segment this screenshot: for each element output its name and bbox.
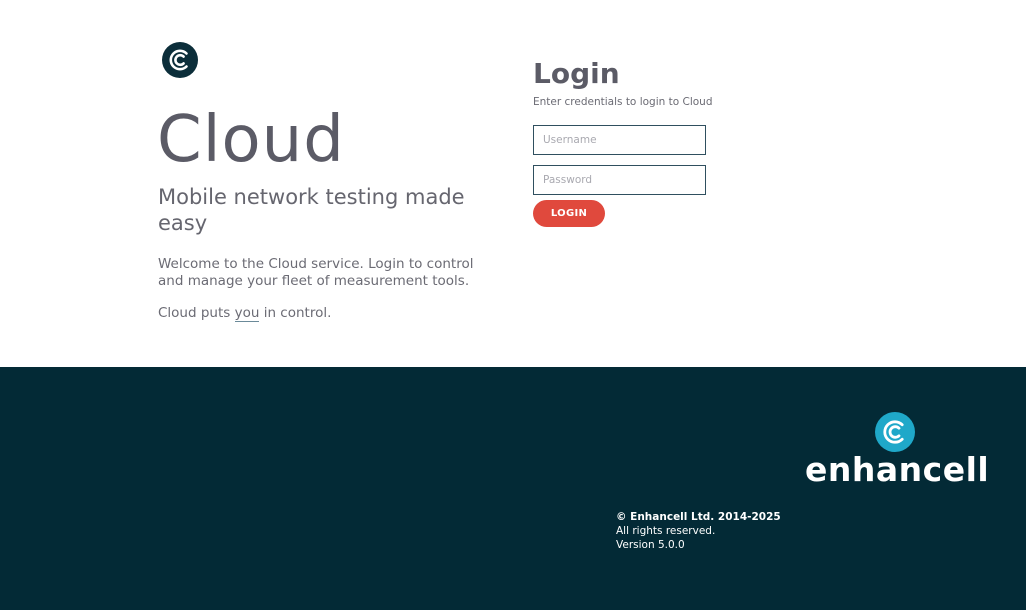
welcome-text: Welcome to the Cloud service. Login to c… xyxy=(158,256,474,289)
copyright-text: © Enhancell Ltd. 2014-2025 xyxy=(616,511,781,523)
control-statement-suffix: in control. xyxy=(259,305,332,321)
login-page: Cloud Mobile network testing made easy W… xyxy=(0,0,1026,367)
login-button[interactable]: LOGIN xyxy=(533,200,605,227)
version-text: Version 5.0.0 xyxy=(616,539,685,551)
control-statement-prefix: Cloud puts xyxy=(158,305,235,321)
tagline: Mobile network testing made easy xyxy=(158,185,465,235)
login-heading: Login xyxy=(533,57,620,90)
username-input[interactable] xyxy=(533,125,706,155)
copyright-block: © Enhancell Ltd. 2014-2025 All rights re… xyxy=(616,510,781,552)
enhancell-logo-icon xyxy=(875,412,915,452)
rights-text: All rights reserved. xyxy=(616,525,716,537)
page-title: Cloud xyxy=(157,103,345,177)
login-subtitle: Enter credentials to login to Cloud xyxy=(533,96,713,108)
control-statement-emphasis: you xyxy=(234,305,260,322)
enhancell-logo-icon xyxy=(162,42,198,78)
brand-wordmark: enhancell xyxy=(805,450,990,489)
password-input[interactable] xyxy=(533,165,706,195)
control-statement: Cloud puts you in control. xyxy=(158,305,331,322)
